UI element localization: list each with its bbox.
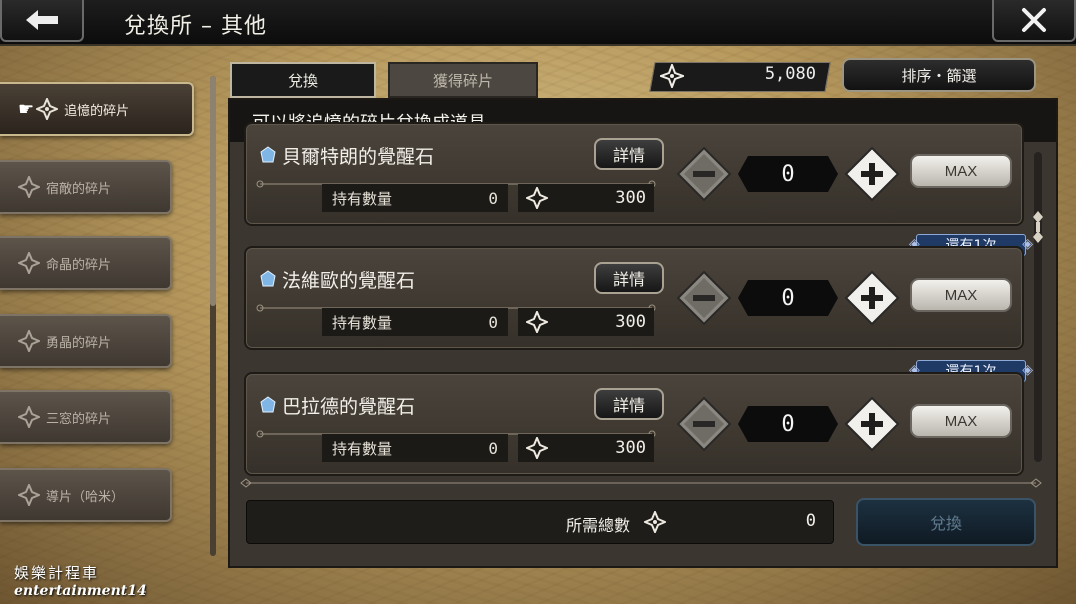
shard-icon bbox=[18, 484, 40, 506]
item-name: 貝爾特朗的覺醒石 bbox=[282, 146, 435, 168]
owned-label: 持有數量 bbox=[332, 313, 393, 332]
detail-button[interactable]: 詳情 bbox=[594, 262, 664, 294]
shard-icon bbox=[18, 252, 40, 274]
max-button[interactable]: MAX bbox=[910, 404, 1012, 438]
category-sidebar: ☛ 追憶的碎片 宿敵的碎片 命晶的碎片 勇晶的碎片 三窓的碎片 導片（哈米） bbox=[0, 80, 200, 570]
watermark-line-2: entertainment14 bbox=[14, 583, 147, 599]
plus-button[interactable] bbox=[844, 146, 900, 202]
arrow-left-icon bbox=[26, 10, 58, 30]
owned-value: 0 bbox=[488, 438, 498, 458]
item-name: 法維歐的覺醒石 bbox=[282, 270, 416, 292]
sidebar-item-label: 命晶的碎片 bbox=[46, 257, 112, 273]
minus-button[interactable] bbox=[676, 146, 732, 202]
back-button[interactable] bbox=[0, 0, 84, 42]
total-required-label: 所需總數 bbox=[566, 516, 631, 535]
close-button[interactable] bbox=[992, 0, 1076, 42]
memory-shard-icon bbox=[526, 437, 548, 459]
list-scrollbar[interactable] bbox=[1034, 152, 1042, 462]
total-required-value: 0 bbox=[805, 511, 816, 531]
sidebar-item-label: 追憶的碎片 bbox=[64, 103, 130, 119]
minus-button[interactable] bbox=[676, 270, 732, 326]
exchange-item-card: 法維歐的覺醒石 詳情 持有數量 0 300 0 MAX bbox=[244, 246, 1024, 350]
owned-quantity: 持有數量 0 bbox=[322, 434, 508, 462]
awakening-stone-icon bbox=[260, 146, 276, 163]
scroll-thumb-icon[interactable] bbox=[1032, 210, 1044, 244]
sidebar-item-memory-shard[interactable]: ☛ 追憶的碎片 bbox=[0, 82, 194, 136]
plus-button[interactable] bbox=[844, 270, 900, 326]
quantity-value: 0 bbox=[781, 162, 795, 187]
sidebar-item-label: 導片（哈米） bbox=[46, 489, 125, 505]
shard-icon bbox=[18, 176, 40, 198]
currency-amount: 5,080 bbox=[764, 64, 816, 84]
minus-button[interactable] bbox=[676, 396, 732, 452]
max-button[interactable]: MAX bbox=[910, 278, 1012, 312]
max-button[interactable]: MAX bbox=[910, 154, 1012, 188]
sidebar-item-brave-crystal-shard[interactable]: 勇晶的碎片 bbox=[0, 314, 172, 368]
watermark: 娛樂計程車 entertainment14 bbox=[14, 562, 147, 599]
sidebar-item-label: 三窓的碎片 bbox=[46, 411, 112, 427]
item-name: 巴拉德的覺醒石 bbox=[282, 396, 416, 418]
owned-label: 持有數量 bbox=[332, 189, 393, 208]
sidebar-item-third-shard[interactable]: 三窓的碎片 bbox=[0, 390, 172, 444]
memory-shard-icon bbox=[660, 64, 684, 88]
sidebar-item-label: 勇晶的碎片 bbox=[46, 335, 112, 351]
owned-quantity: 持有數量 0 bbox=[322, 184, 508, 212]
sort-filter-button[interactable]: 排序・篩選 bbox=[842, 58, 1036, 92]
top-bar: 兌換所 – 其他 bbox=[0, 0, 1076, 46]
owned-quantity: 持有數量 0 bbox=[322, 308, 508, 336]
owned-label: 持有數量 bbox=[332, 439, 393, 458]
exchange-button[interactable]: 兌換 bbox=[856, 498, 1036, 546]
quantity-value: 0 bbox=[781, 412, 795, 437]
ornament-divider bbox=[240, 478, 1042, 488]
awakening-stone-icon bbox=[260, 396, 276, 413]
tab-obtain-shards[interactable]: 獲得碎片 bbox=[388, 62, 538, 98]
exchange-item-card: 貝爾特朗的覺醒石 詳情 持有數量 0 300 0 MAX bbox=[244, 122, 1024, 226]
memory-shard-icon bbox=[526, 187, 548, 209]
memory-shard-icon bbox=[526, 311, 548, 333]
sidebar-item-fate-crystal-shard[interactable]: 命晶的碎片 bbox=[0, 236, 172, 290]
watermark-line-1: 娛樂計程車 bbox=[14, 564, 100, 582]
exchange-item-card: 巴拉德的覺醒石 詳情 持有數量 0 300 0 MAX bbox=[244, 372, 1024, 476]
tab-exchange[interactable]: 兌換 bbox=[230, 62, 376, 98]
quantity-value: 0 bbox=[781, 286, 795, 311]
memory-shard-icon bbox=[644, 511, 666, 533]
close-x-icon bbox=[1022, 8, 1046, 32]
memory-shard-icon bbox=[36, 98, 59, 120]
detail-button[interactable]: 詳情 bbox=[594, 388, 664, 420]
sidebar-item-label: 宿敵的碎片 bbox=[46, 181, 112, 197]
total-required-bar bbox=[246, 500, 834, 544]
sidebar-scrollbar[interactable] bbox=[210, 76, 216, 556]
shard-icon bbox=[18, 406, 40, 428]
owned-value: 0 bbox=[488, 312, 498, 332]
pointing-hand-icon: ☛ bbox=[18, 98, 35, 120]
shard-icon bbox=[18, 330, 40, 352]
sidebar-item-guide-shard[interactable]: 導片（哈米） bbox=[0, 468, 172, 522]
awakening-stone-icon bbox=[260, 270, 276, 287]
plus-button[interactable] bbox=[844, 396, 900, 452]
detail-button[interactable]: 詳情 bbox=[594, 138, 664, 170]
owned-value: 0 bbox=[488, 188, 498, 208]
sidebar-item-rival-shard[interactable]: 宿敵的碎片 bbox=[0, 160, 172, 214]
page-title: 兌換所 – 其他 bbox=[124, 14, 267, 39]
